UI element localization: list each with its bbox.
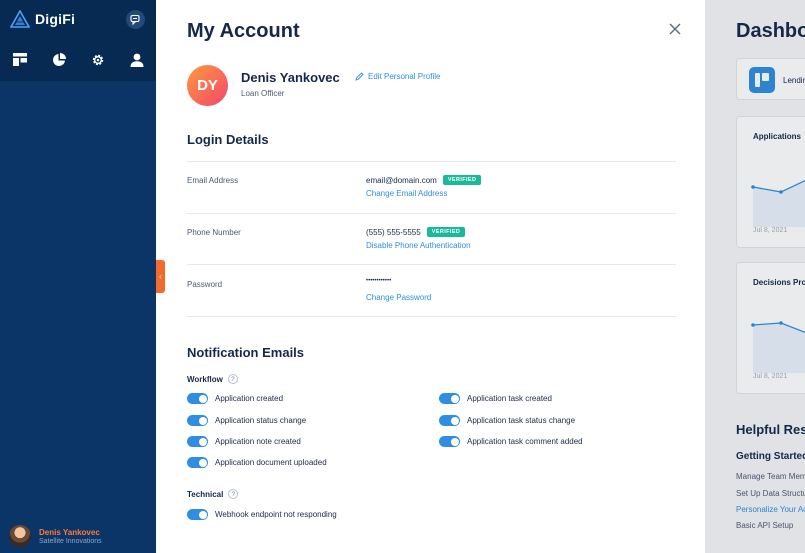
edit-profile-link[interactable]: Edit Personal Profile: [355, 72, 440, 81]
nav-profile-button[interactable]: [129, 52, 144, 67]
toggle-switch[interactable]: [439, 415, 460, 426]
email-value: email@domain.com VERIFIED: [366, 175, 482, 185]
disable-phone-auth-link[interactable]: Disable Phone Authentication: [366, 241, 471, 250]
toggle-switch[interactable]: [187, 393, 208, 404]
edit-profile-label: Edit Personal Profile: [368, 72, 441, 81]
sidebar-collapse-button[interactable]: ‹: [156, 260, 165, 293]
divider: [187, 161, 676, 162]
sidebar: DigiFi Denis Yankovec Satellite Innovati…: [0, 0, 156, 553]
nav-reports-button[interactable]: [51, 52, 66, 67]
divider: [187, 316, 676, 317]
toggle-switch[interactable]: [439, 393, 460, 404]
password-value: ••••••••••••: [366, 278, 391, 284]
toggle-label: Application document uploaded: [215, 458, 327, 467]
change-password-link[interactable]: Change Password: [366, 293, 431, 302]
phone-text: (555) 555-5555: [366, 227, 421, 237]
brand-logo[interactable]: DigiFi: [10, 10, 75, 28]
user-name: Denis Yankovec: [241, 70, 340, 85]
close-icon: [669, 23, 681, 35]
toggle-switch[interactable]: [187, 436, 208, 447]
toggle-label: Application created: [215, 394, 284, 403]
sidebar-user[interactable]: Denis Yankovec Satellite Innovations: [9, 525, 102, 547]
login-details-title: Login Details: [187, 132, 269, 147]
email-label: Email Address: [187, 176, 239, 185]
toggle-label: Application status change: [215, 416, 307, 425]
password-label: Password: [187, 280, 223, 289]
toggle-switch[interactable]: [187, 509, 208, 520]
email-text: email@domain.com: [366, 175, 437, 185]
sidebar-header: DigiFi: [0, 0, 156, 81]
page-title: My Account: [187, 20, 300, 42]
help-icon[interactable]: ?: [227, 374, 238, 384]
divider: [187, 213, 676, 214]
toggle-switch[interactable]: [187, 457, 208, 468]
toggle-label: Application note created: [215, 437, 301, 446]
workflow-group-title: Workflow ?: [187, 374, 238, 384]
toggle-application-task-status-change[interactable]: Application task status change: [439, 415, 575, 426]
board-icon: [12, 53, 27, 66]
toggle-application-note-created[interactable]: Application note created: [187, 436, 301, 447]
change-email-link[interactable]: Change Email Address: [366, 189, 447, 198]
toggle-application-task-comment-added[interactable]: Application task comment added: [439, 436, 583, 447]
user-icon: [130, 53, 143, 67]
phone-value: (555) 555-5555 VERIFIED: [366, 227, 466, 237]
technical-label: Technical: [187, 489, 224, 499]
chat-button[interactable]: [126, 10, 145, 29]
avatar: [9, 525, 31, 547]
gear-icon: [92, 54, 103, 65]
my-account-panel: My Account DY Denis Yankovec Loan Office…: [156, 0, 705, 553]
sidebar-user-org: Satellite Innovations: [39, 537, 102, 545]
password-mask: ••••••••••••: [366, 278, 392, 284]
toggle-webhook-endpoint-not-responding[interactable]: Webhook endpoint not responding: [187, 509, 337, 520]
toggle-application-task-created[interactable]: Application task created: [439, 393, 552, 404]
toggle-application-created[interactable]: Application created: [187, 393, 283, 404]
pencil-icon: [355, 72, 364, 81]
brand-name: DigiFi: [35, 11, 76, 27]
nav-settings-button[interactable]: [90, 52, 105, 67]
toggle-label: Webhook endpoint not responding: [215, 510, 337, 519]
notification-emails-title: Notification Emails: [187, 345, 305, 360]
close-button[interactable]: [667, 21, 683, 37]
user-role: Loan Officer: [241, 89, 285, 98]
help-icon[interactable]: ?: [228, 489, 239, 499]
toggle-label: Application task created: [467, 394, 552, 403]
sidebar-nav: [12, 52, 144, 67]
toggle-label: Application task comment added: [467, 437, 583, 446]
toggle-application-document-uploaded[interactable]: Application document uploaded: [187, 457, 327, 468]
divider: [187, 264, 676, 265]
phone-label: Phone Number: [187, 228, 241, 237]
toggle-application-status-change[interactable]: Application status change: [187, 415, 306, 426]
verified-badge: VERIFIED: [442, 175, 482, 185]
workflow-label: Workflow: [187, 374, 223, 384]
avatar: DY: [187, 65, 228, 106]
toggle-switch[interactable]: [187, 415, 208, 426]
verified-badge: VERIFIED: [426, 227, 466, 237]
pie-chart-icon: [52, 52, 66, 66]
sidebar-user-name: Denis Yankovec: [39, 527, 100, 537]
technical-group-title: Technical ?: [187, 489, 239, 499]
nav-board-button[interactable]: [12, 52, 27, 67]
toggle-label: Application task status change: [467, 416, 576, 425]
digifi-logo-icon: [10, 10, 30, 28]
chat-icon: [130, 14, 140, 25]
toggle-switch[interactable]: [439, 436, 460, 447]
